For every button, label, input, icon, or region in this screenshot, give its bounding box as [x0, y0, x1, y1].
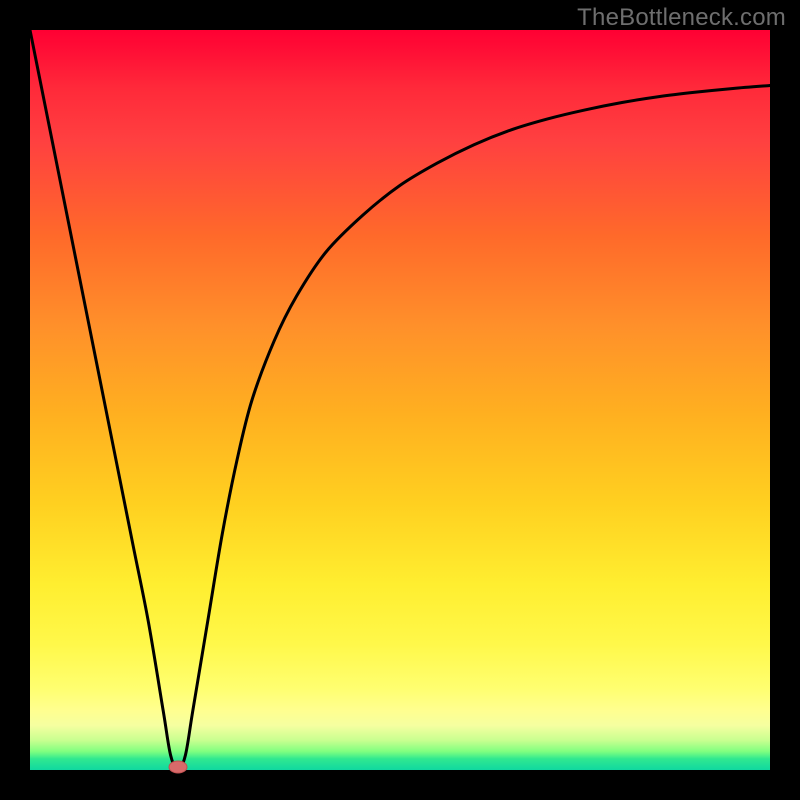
plot-area — [30, 30, 770, 770]
chart-frame: TheBottleneck.com — [0, 0, 800, 800]
chart-svg — [30, 30, 770, 770]
watermark-text: TheBottleneck.com — [577, 4, 786, 32]
bottleneck-curve — [30, 30, 770, 770]
minimum-marker — [169, 761, 187, 773]
